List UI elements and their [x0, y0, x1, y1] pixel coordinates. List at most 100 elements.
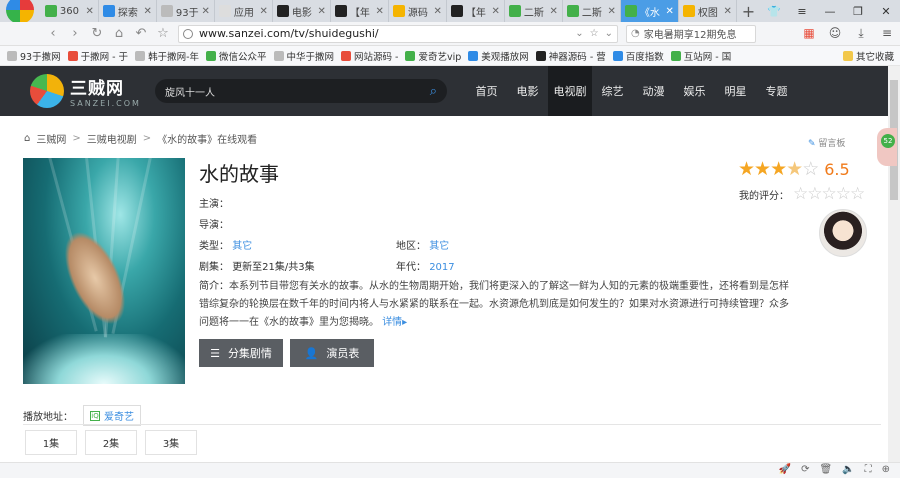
cast-button[interactable]: 👤 演员表 — [290, 339, 374, 367]
nav-item[interactable]: 电视剧 — [548, 66, 592, 116]
episode-button[interactable]: 3集 — [145, 430, 197, 455]
avatar[interactable] — [819, 209, 867, 257]
browser-tab[interactable]: 【年 ✕ — [447, 0, 505, 22]
back-icon[interactable]: ‹ — [42, 26, 64, 41]
nav-item[interactable]: 专题 — [756, 66, 797, 116]
bookmark-item[interactable]: 爱奇艺vip — [405, 49, 461, 63]
bookmark-item[interactable]: 神器源码 - 营 — [535, 49, 606, 63]
nav-item[interactable]: 动漫 — [633, 66, 674, 116]
forward-icon[interactable]: › — [64, 26, 86, 41]
url-field[interactable]: www.sanzei.com/tv/shuidegushi/ ⌄ ☆ ⌄ — [178, 24, 618, 43]
tab-favicon-icon — [334, 5, 347, 17]
reload-icon[interactable]: ↻ — [86, 26, 108, 41]
fullscreen-icon[interactable]: ⛶ — [865, 464, 872, 475]
nav-item[interactable]: 电影 — [507, 66, 548, 116]
browser-tab[interactable]: 权图 ✕ — [679, 0, 737, 22]
year-value[interactable]: 2017 — [429, 262, 454, 273]
skin-icon[interactable]: 👕 — [760, 0, 788, 22]
star-icon: ☆ — [802, 158, 819, 180]
tab-close-icon[interactable]: ✕ — [86, 6, 94, 17]
browser-tab[interactable]: 93于 ✕ — [157, 0, 215, 22]
sound-icon[interactable]: 🔈 — [842, 464, 854, 475]
browser-search-field[interactable]: ◔ 家电暑期享12期免息 — [626, 24, 756, 43]
nav-item[interactable]: 娱乐 — [674, 66, 715, 116]
menu-icon[interactable]: ≡ — [788, 0, 816, 22]
accelerate-icon[interactable]: 🚀 — [779, 464, 791, 475]
refresh-icon[interactable]: ⟳ — [801, 464, 809, 475]
url-dropdown-icon[interactable]: ⌄ — [575, 28, 583, 39]
tab-close-icon[interactable]: ✕ — [144, 6, 152, 17]
download-icon[interactable]: ⤓ — [848, 26, 874, 41]
bookmark-item[interactable]: 微信公众平 — [206, 49, 267, 63]
episode-plot-button[interactable]: ☰ 分集剧情 — [199, 339, 283, 367]
tab-close-icon[interactable]: ✕ — [318, 6, 326, 17]
tab-close-icon[interactable]: ✕ — [492, 6, 500, 17]
undo-icon[interactable]: ↶ — [130, 26, 152, 41]
bookmark-item[interactable]: 中华于撒网 — [273, 49, 334, 63]
more-link[interactable]: 详情▸ — [382, 317, 407, 328]
region-value[interactable]: 其它 — [429, 241, 449, 252]
site-search-input[interactable]: 旋风十一人 ⌕ — [155, 79, 447, 103]
url-arrow-icon[interactable]: ⌄ — [605, 28, 613, 39]
report-link[interactable]: ✎ 留言板 — [808, 136, 845, 149]
scrollbar[interactable] — [888, 66, 900, 466]
browser-tab[interactable]: 360 ✕ — [41, 0, 99, 22]
episode-plot-label: 分集剧情 — [227, 347, 272, 360]
bookmark-item[interactable]: 93于撒网 — [7, 49, 61, 63]
browser-tab[interactable]: 源码 ✕ — [389, 0, 447, 22]
episode-button[interactable]: 2集 — [85, 430, 137, 455]
nav-item[interactable]: 明星 — [715, 66, 756, 116]
nav-item[interactable]: 首页 — [466, 66, 507, 116]
other-bookmarks[interactable]: 其它收藏 — [842, 49, 894, 63]
bookmark-item[interactable]: 网站源码 - — [341, 49, 398, 63]
my-rating-stars[interactable]: ☆☆☆☆☆ — [793, 184, 865, 204]
browser-tab[interactable]: 【年 ✕ — [331, 0, 389, 22]
browser-tab[interactable]: 电影 ✕ — [273, 0, 331, 22]
bookmark-label: 百度指数 — [625, 51, 664, 63]
zoom-icon[interactable]: ⊕ — [882, 464, 890, 475]
close-icon[interactable]: ✕ — [872, 0, 900, 22]
bookmark-item[interactable]: 百度指数 — [612, 49, 664, 63]
browser-tab[interactable]: 二斯 ✕ — [563, 0, 621, 22]
browser-tab[interactable]: 应用 ✕ — [215, 0, 273, 22]
type-value[interactable]: 其它 — [232, 241, 252, 252]
nav-item[interactable]: 综艺 — [592, 66, 633, 116]
minimize-icon[interactable]: — — [816, 0, 844, 22]
browser-logo-icon[interactable] — [0, 0, 41, 24]
tab-close-icon[interactable]: ✕ — [260, 6, 268, 17]
episode-button[interactable]: 1集 — [25, 430, 77, 455]
bookmark-item[interactable]: 互站网 - 国 — [670, 49, 731, 63]
bookmark-favicon-icon — [135, 50, 146, 61]
tab-close-icon[interactable]: ✕ — [434, 6, 442, 17]
side-float-widget[interactable]: 52 — [877, 128, 897, 166]
trash-icon[interactable]: 🗑 — [819, 464, 832, 475]
bookmark-item[interactable]: 美观播放网 — [468, 49, 529, 63]
tab-close-icon[interactable]: ✕ — [666, 6, 674, 17]
home-icon[interactable]: ⌂ — [24, 133, 30, 144]
apps-icon[interactable]: ▦ — [796, 26, 822, 41]
more-icon[interactable]: ≡ — [874, 26, 900, 41]
site-logo[interactable]: 三贼网 SANZEI.COM — [30, 74, 141, 108]
tab-close-icon[interactable]: ✕ — [608, 6, 616, 17]
source-iqiyi[interactable]: iQ 爱奇艺 — [83, 405, 141, 426]
breadcrumb-home[interactable]: 三贼网 — [36, 131, 66, 146]
user-icon[interactable]: ☺ — [822, 26, 848, 41]
bookmark-item[interactable]: 韩于撒网-年 — [135, 49, 199, 63]
favorite-icon[interactable]: ☆ — [590, 28, 599, 39]
search-icon[interactable]: ⌕ — [430, 84, 437, 99]
star-icon[interactable]: ☆ — [152, 26, 174, 41]
home-icon[interactable]: ⌂ — [108, 26, 130, 41]
tab-close-icon[interactable]: ✕ — [202, 6, 210, 17]
tab-close-icon[interactable]: ✕ — [724, 6, 732, 17]
tab-close-icon[interactable]: ✕ — [376, 6, 384, 17]
restore-icon[interactable]: ❐ — [844, 0, 872, 22]
browser-tab[interactable]: 二斯 ✕ — [505, 0, 563, 22]
browser-tab[interactable]: 探索 ✕ — [99, 0, 157, 22]
tab-favicon-icon — [44, 5, 57, 17]
new-tab-button[interactable]: + — [737, 0, 760, 22]
browser-tab[interactable]: 《水 ✕ — [620, 0, 679, 22]
bookmark-item[interactable]: 于撒网 - 于 — [67, 49, 128, 63]
my-rating: 我的评分： ☆☆☆☆☆ — [739, 184, 865, 204]
tab-close-icon[interactable]: ✕ — [550, 6, 558, 17]
breadcrumb-category[interactable]: 三贼电视剧 — [87, 131, 137, 146]
